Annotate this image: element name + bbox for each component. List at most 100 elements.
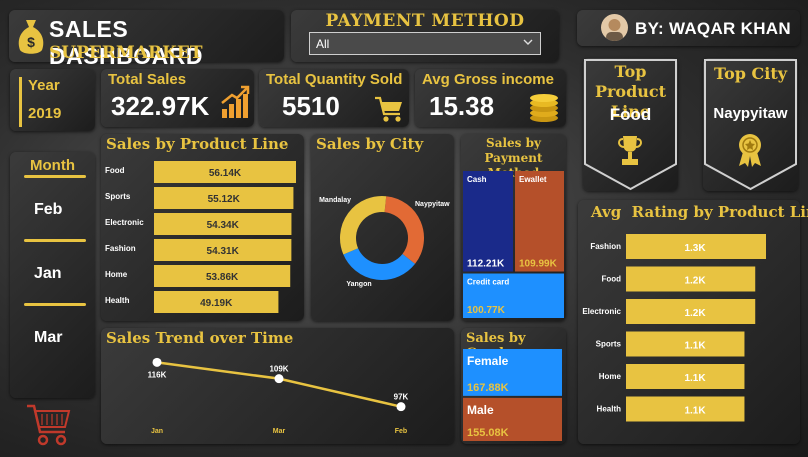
cell-name: Female <box>467 354 509 368</box>
category-label: Fashion <box>590 242 621 251</box>
month-divider <box>24 175 86 178</box>
kpi-avg-gross-income: Avg Gross income 15.38 <box>415 69 566 127</box>
category-label: Health <box>597 405 622 414</box>
total-sales-value: 322.97K <box>111 91 210 121</box>
data-label: 49.19K <box>200 298 233 309</box>
year-slicer[interactable]: Year 2019 <box>10 69 95 131</box>
slice-label: Naypyitaw <box>415 201 450 208</box>
payment-method-label: Payment Method <box>325 11 525 31</box>
total-sales-label: Total Sales <box>108 71 187 88</box>
avg-gross-label: Avg Gross income <box>422 71 554 88</box>
category-label: Sports <box>105 192 131 201</box>
category-label: Fashion <box>105 244 136 253</box>
sales-by-payment-method-chart: Sales by Payment Method Cash 112.21K Ewall… <box>461 134 566 321</box>
month-divider <box>24 239 86 242</box>
year-label: Year <box>28 77 60 94</box>
month-slicer: Month Feb Jan Mar <box>10 152 95 398</box>
sales-by-product-line-chart: Sales by Product Line Food 56.14K Sports 55… <box>101 134 304 321</box>
coins-icon <box>530 94 558 122</box>
category-label: Electronic <box>582 307 621 316</box>
month-item-jan[interactable]: Jan <box>34 265 62 283</box>
cell-value: 100.77K <box>467 305 506 316</box>
category-label: Home <box>105 270 128 279</box>
growth-chart-icon <box>221 85 250 118</box>
money-bag-icon: $ <box>18 20 44 54</box>
category-label: Food <box>105 166 125 175</box>
title-panel: $ SALES DASHBOARD SUPERMARKET <box>9 10 284 69</box>
rating-bar-plot: Fashion 1.3K Food 1.2K Electronic 1.2K Sports 1… <box>582 234 766 422</box>
category-label: Food <box>601 275 621 284</box>
month-label: Month <box>30 157 75 174</box>
data-label: 54.34K <box>207 220 240 231</box>
category-label: Home <box>599 372 622 381</box>
cell-name: Credit card <box>467 278 509 287</box>
author-name: BY: WAQAR KHAN <box>635 19 791 38</box>
year-accent <box>19 77 22 127</box>
kpi-total-sales: Total Sales 322.97K <box>101 69 254 127</box>
slice <box>384 196 424 264</box>
cell-value: 155.08K <box>467 427 509 439</box>
gender-treemap: Female 167.88K Male 155.08K <box>463 349 562 441</box>
cell-name: Male <box>467 403 494 417</box>
avg-rating-by-product-line-chart: Avg Rating by Product Line Fashion 1.3K Fo… <box>578 200 808 444</box>
payment-method-slicer: Payment Method All <box>291 10 559 62</box>
cell-name: Cash <box>467 175 487 184</box>
treemap-cell <box>463 171 514 272</box>
medal-icon <box>739 134 761 167</box>
top-city-value: Naypyitaw <box>713 105 788 122</box>
data-label: 1.1K <box>684 406 706 417</box>
trend-line-plot: 116K Jan 109K Mar 97K Feb <box>148 357 409 435</box>
total-quantity-value: 5510 <box>282 91 340 121</box>
tick-label: Jan <box>151 428 163 435</box>
data-label: 1.1K <box>684 341 706 352</box>
cell-value: 112.21K <box>467 259 505 270</box>
data-label: 1.1K <box>684 373 706 384</box>
city-donut-plot: Naypyitaw Yangon Mandalay <box>319 196 450 288</box>
avg-gross-value: 15.38 <box>429 91 495 121</box>
tick-label: Feb <box>395 428 407 435</box>
data-label: 54.31K <box>207 246 240 257</box>
month-divider <box>24 303 86 306</box>
slice-label: Yangon <box>346 281 371 288</box>
top-city-card: Top City Naypyitaw <box>703 58 798 191</box>
slice <box>343 247 416 280</box>
product-line-plot: Food 56.14K Sports 55.12K Electronic 54.34K Fa… <box>105 161 296 313</box>
avatar <box>601 14 628 41</box>
data-label: 55.12K <box>208 194 241 205</box>
data-point <box>274 374 284 384</box>
data-label: 53.86K <box>206 272 239 283</box>
month-item-feb[interactable]: Feb <box>34 201 62 219</box>
slice-label: Mandalay <box>319 197 351 204</box>
top-city-label: Top City <box>714 64 787 83</box>
data-label: 116K <box>148 370 167 379</box>
data-point <box>152 357 162 367</box>
data-label: 56.14K <box>209 168 242 179</box>
payment-method-treemap: Cash 112.21K Ewallet 109.99K Credit card 100.… <box>463 171 564 318</box>
category-label: Sports <box>596 340 622 349</box>
top-product-line-card: Top Product Line Food <box>583 58 678 191</box>
shopping-cart-icon <box>27 404 71 446</box>
data-label: 1.2K <box>684 308 706 319</box>
sales-trend-chart: Sales Trend over Time 116K Jan 109K Mar 97K F… <box>101 328 454 444</box>
cell-value: 109.99K <box>519 259 558 270</box>
shopping-cart-icon <box>375 96 402 122</box>
slice <box>340 196 387 255</box>
month-item-mar[interactable]: Mar <box>34 329 62 347</box>
tick-label: Mar <box>273 428 286 435</box>
trophy-icon <box>618 136 642 165</box>
payment-method-dropdown[interactable]: All <box>309 32 541 55</box>
cell-value: 167.88K <box>467 382 509 394</box>
chevron-down-icon[interactable] <box>522 36 534 48</box>
sales-by-gender-chart: Sales by Gender Female167.88KMale155.08K <box>461 328 566 444</box>
data-label: 109K <box>269 365 288 374</box>
payment-method-value: All <box>316 37 330 51</box>
svg-text:$: $ <box>27 34 35 50</box>
data-point <box>396 402 406 412</box>
year-value[interactable]: 2019 <box>28 105 61 122</box>
data-label: 97K <box>394 393 409 402</box>
total-quantity-label: Total Quantity Sold <box>266 71 403 88</box>
category-label: Electronic <box>105 218 144 227</box>
author-panel: BY: WAQAR KHAN <box>577 10 800 46</box>
sales-by-city-chart: Sales by City Naypyitaw Yangon Mandalay <box>311 134 454 321</box>
top-product-line-value: Food <box>609 105 652 124</box>
